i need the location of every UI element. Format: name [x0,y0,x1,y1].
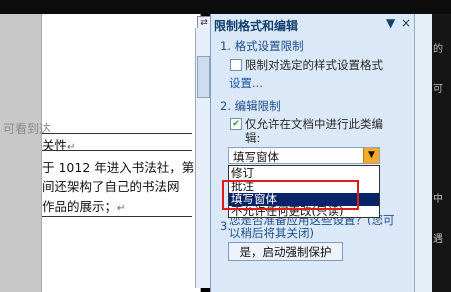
document-scrollbar[interactable] [195,28,210,288]
right-text-fragment-2: 可 [433,84,443,95]
doc-line-2: 于 1012 年进入书法社，第 [42,160,195,175]
right-text-fragment-1: 的 [433,44,443,55]
edit-restrict-checkbox[interactable]: ✔ [230,118,242,130]
table-border-mid [42,150,192,151]
table-border-top [42,133,192,134]
pane-title: 限制格式和编辑 [214,19,299,33]
document-scroll-thumb[interactable] [197,56,210,98]
dropdown-arrow-icon[interactable]: ▼ [363,148,379,163]
edit-restrict-label: 仅允许在文档中进行此类编 [245,117,383,131]
right-text-fragment-4: 遇 [433,234,443,245]
top-dark-strip [0,0,451,14]
section-format-heading: 1. 格式设置限制 [220,39,304,53]
pane-scrollbar[interactable] [414,14,432,292]
pane-close-icon[interactable]: × [401,16,411,30]
start-enforcing-button[interactable]: 是，启动强制保护 [228,242,343,261]
format-restrict-checkbox[interactable] [230,59,242,71]
table-border-bottom [42,216,192,217]
section-edit-heading: 2. 编辑限制 [220,99,281,113]
format-settings-link[interactable]: 设置... [229,75,263,91]
option-track-changes[interactable]: 修订 [229,167,379,180]
edit-restrict-label-2: 辑: [245,131,261,145]
start-prompt-line-2: 以稍后将其关闭) [229,226,314,240]
format-restrict-label: 限制对选定的样式设置格式 [245,58,383,72]
edit-type-value: 填写窗体 [233,150,279,164]
right-text-fragment-3: 中 [433,194,443,205]
doc-line-1: 关性↵ [42,138,76,153]
edit-type-select[interactable]: 填写窗体 ▼ [228,147,380,164]
doc-line-3: 间还架构了自己的书法网 [42,179,180,194]
highlight-annotation [222,180,359,210]
doc-line-4: 作品的展示；↵ [42,199,126,214]
right-dark-strip [432,14,451,292]
document-left-margin [0,0,42,292]
pane-menu-icon[interactable]: ▼ [386,16,395,30]
